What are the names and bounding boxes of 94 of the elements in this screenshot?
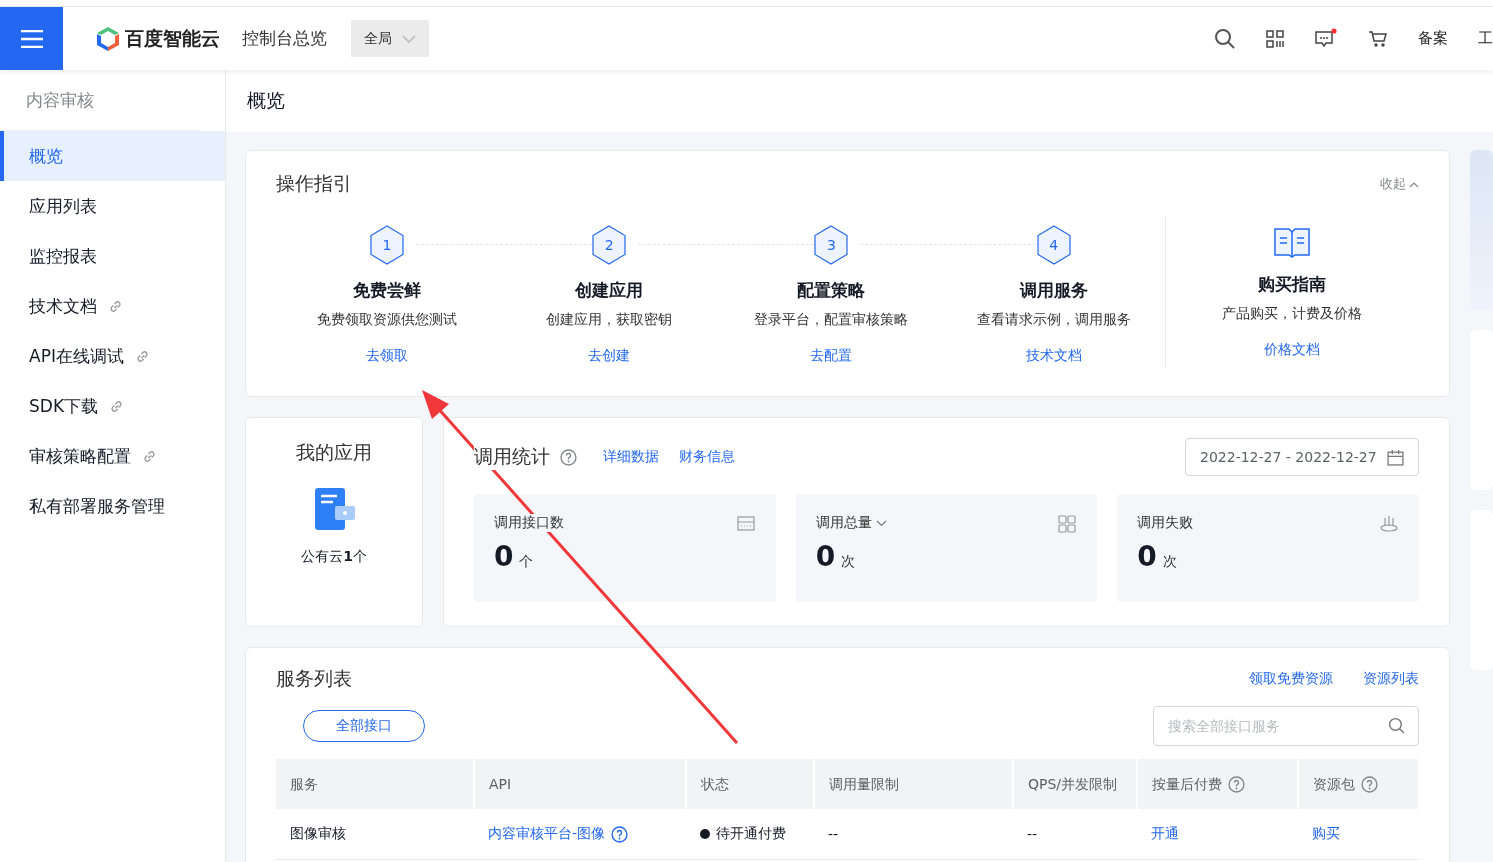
step-number: 1 (382, 237, 392, 253)
buy-link[interactable]: 购买 (1312, 825, 1340, 843)
logo-icon (95, 25, 121, 52)
stat-value: 0 (494, 540, 514, 573)
api-link[interactable]: 内容审核平台-图像 (488, 825, 606, 843)
sidebar-item[interactable]: API在线调试 (0, 331, 225, 381)
sidebar-item[interactable]: 审核策略配置 (0, 431, 225, 481)
table-cell: -- (828, 826, 839, 842)
column-header: API (489, 774, 512, 794)
step-link[interactable]: 技术文档 (1025, 347, 1082, 365)
menu-button[interactable] (0, 7, 63, 70)
column-header: 按量后付费 (1152, 774, 1222, 794)
sidebar-item[interactable]: 监控报表 (0, 231, 225, 281)
column-header: 资源包 (1313, 774, 1355, 794)
hexagon-icon (591, 225, 628, 265)
filter-button[interactable]: 全部接口 (303, 710, 425, 742)
status-dot-icon (700, 829, 710, 839)
table-cell: 图像审核 (290, 825, 346, 841)
step-description: 查看请求示例，调用服务 (976, 311, 1131, 329)
message-icon[interactable] (1314, 27, 1338, 50)
sidebar-item[interactable]: 应用列表 (0, 181, 225, 231)
book-icon (1273, 225, 1312, 259)
table-cell: -- (1027, 826, 1038, 842)
column-header: 调用量限制 (829, 774, 899, 794)
search-icon[interactable] (1214, 27, 1236, 50)
stats-link[interactable]: 详细数据 (603, 448, 659, 466)
stat-label: 调用总量 (815, 514, 872, 532)
column-header: 服务 (290, 774, 318, 794)
page-title: 概览 (226, 70, 1493, 132)
services-link[interactable]: 领取免费资源 (1249, 670, 1333, 688)
sidebar-item[interactable]: 技术文档 (0, 281, 225, 331)
step-title: 创建应用 (575, 279, 644, 302)
step-link[interactable]: 去领取 (366, 347, 409, 365)
menu-icon (20, 29, 43, 48)
date-range-picker[interactable]: 2022-12-27 - 2022-12-27 (1185, 438, 1419, 476)
step-number: 4 (1049, 237, 1059, 253)
stats-link[interactable]: 财务信息 (679, 448, 735, 466)
brand-name[interactable]: 百度智能云 (125, 25, 220, 52)
card-title: 服务列表 (276, 666, 352, 691)
card-title: 操作指引 (276, 171, 352, 196)
sidebar-item[interactable]: SDK下载 (0, 381, 225, 431)
cart-icon[interactable] (1368, 29, 1388, 48)
step-title: 免费尝鲜 (353, 279, 422, 302)
step-link[interactable]: 去配置 (810, 347, 853, 365)
stat-unit: 个 (519, 553, 534, 571)
card-title: 我的应用 (296, 440, 372, 465)
stat-icon (1057, 514, 1078, 534)
header-link[interactable]: 工 (1478, 29, 1493, 48)
step-number: 3 (826, 237, 836, 253)
help-icon[interactable] (560, 448, 577, 466)
step-title: 调用服务 (1019, 279, 1088, 302)
header-link[interactable]: 备案 (1418, 29, 1448, 48)
status-text: 待开通付费 (716, 825, 786, 843)
stat-unit: 次 (841, 553, 856, 571)
help-icon[interactable] (1228, 775, 1245, 793)
hexagon-icon (1035, 225, 1072, 265)
chevron-down-icon (402, 34, 416, 43)
step-link[interactable]: 价格文档 (1264, 341, 1321, 359)
step-link[interactable]: 去创建 (588, 347, 631, 365)
grid-icon[interactable] (1266, 29, 1284, 48)
column-header: QPS/并发限制 (1028, 774, 1118, 794)
chevron-up-icon (1409, 180, 1419, 188)
stat-unit: 次 (1162, 553, 1177, 571)
stat-icon (735, 514, 756, 534)
app-count: 公有云1个 (301, 548, 367, 566)
search-field[interactable]: 搜索全部接口服务 (1153, 706, 1419, 746)
services-link[interactable]: 资源列表 (1363, 670, 1419, 688)
stat-value: 0 (815, 540, 836, 573)
step-description: 创建应用，获取密钥 (546, 311, 673, 329)
stat-icon (1379, 514, 1399, 534)
sidebar-item[interactable]: 私有部署服务管理 (0, 481, 225, 531)
step-description: 登录平台，配置审核策略 (754, 311, 909, 329)
activate-link[interactable]: 开通 (1151, 825, 1179, 843)
stat-label: 调用接口数 (494, 514, 564, 532)
console-overview-link[interactable]: 控制台总览 (242, 27, 327, 50)
sidebar-item[interactable]: 概览 (0, 131, 225, 181)
card-title: 调用统计 (474, 444, 550, 470)
step-title: 购买指南 (1258, 273, 1327, 296)
step-description: 免费领取资源供您测试 (317, 311, 458, 329)
hexagon-icon (813, 225, 850, 265)
stat-label: 调用失败 (1137, 514, 1194, 532)
stat-value: 0 (1137, 540, 1157, 573)
search-icon[interactable] (1388, 717, 1405, 734)
caret-icon[interactable] (875, 519, 887, 527)
region-dropdown[interactable]: 全局 (351, 20, 429, 57)
help-icon[interactable] (611, 825, 629, 843)
step-description: 产品购买，计费及价格 (1222, 305, 1363, 323)
calendar-icon[interactable] (1387, 448, 1404, 466)
step-number: 2 (604, 237, 614, 253)
hexagon-icon (369, 225, 406, 265)
step-title: 配置策略 (797, 279, 866, 302)
help-icon[interactable] (1361, 775, 1378, 793)
column-header: 状态 (701, 774, 729, 794)
collapse-button[interactable]: 收起 (1380, 175, 1419, 193)
